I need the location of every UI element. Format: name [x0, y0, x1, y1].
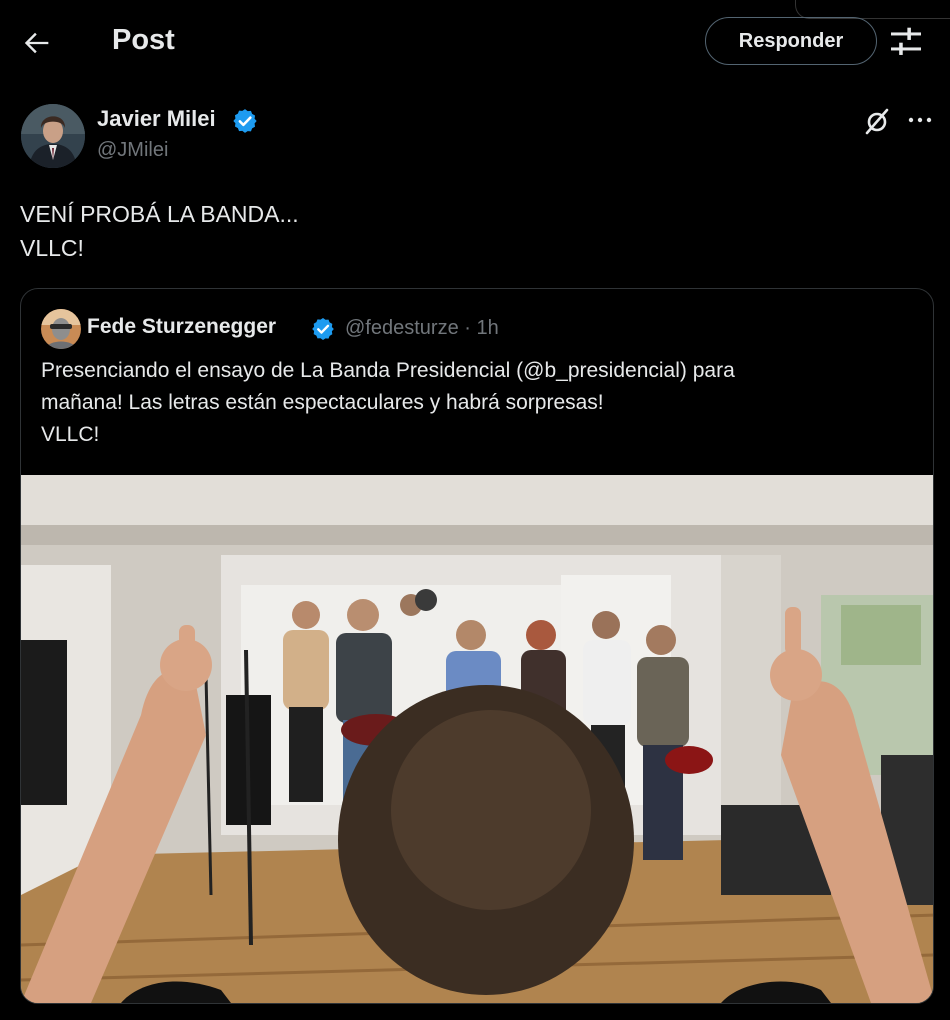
meta-separator: · — [464, 317, 471, 339]
quoted-text-line: mañana! Las letras están espectaculares … — [41, 391, 604, 414]
quoted-text-line: Presenciando el ensayo de La Banda Presi… — [41, 359, 735, 382]
author-name[interactable]: Javier Milei — [97, 106, 216, 132]
verified-badge-icon — [312, 317, 334, 341]
post-text: VENÍ PROBÁ LA BANDA... VLLC! — [20, 197, 299, 265]
quoted-avatar[interactable] — [41, 309, 81, 349]
page-title: Post — [112, 24, 175, 56]
verified-badge-icon — [233, 109, 257, 133]
arrow-left-icon[interactable] — [20, 26, 54, 60]
post-text-line: VENÍ PROBÁ LA BANDA... — [20, 201, 299, 227]
author-handle[interactable]: @JMilei — [97, 139, 168, 162]
quoted-avatar-image — [41, 309, 81, 349]
quoted-text: Presenciando el ensayo de La Banda Presi… — [41, 355, 921, 451]
quoted-meta: @fedesturze · 1h — [345, 317, 499, 340]
quoted-post[interactable]: Fede Sturzenegger @fedesturze · 1h Prese… — [20, 288, 934, 1004]
avatar-image — [21, 104, 85, 168]
post-text-line: VLLC! — [20, 235, 84, 261]
grok-icon[interactable] — [862, 106, 892, 136]
avatar[interactable] — [21, 104, 85, 168]
quoted-text-line: VLLC! — [41, 423, 100, 446]
quoted-timestamp[interactable]: 1h — [477, 317, 499, 339]
sliders-icon[interactable] — [889, 27, 923, 57]
reply-button[interactable]: Responder — [705, 17, 877, 65]
top-bar: Post Responder — [0, 0, 950, 84]
post-photo[interactable] — [21, 475, 934, 1003]
quoted-author-handle[interactable]: @fedesturze — [345, 317, 459, 339]
quoted-author-name[interactable]: Fede Sturzenegger — [87, 315, 276, 339]
more-horizontal-icon[interactable] — [905, 108, 935, 132]
